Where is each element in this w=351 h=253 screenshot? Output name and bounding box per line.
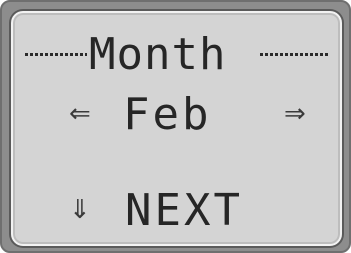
left-arrow-icon[interactable]: ⇐ <box>69 99 91 129</box>
title-divider-right <box>260 53 328 56</box>
selected-month: Feb <box>123 89 212 140</box>
down-arrow-icon[interactable]: ⇓ <box>69 195 91 225</box>
right-arrow-icon[interactable]: ⇒ <box>284 99 306 129</box>
next-action[interactable]: ⇓ NEXT <box>25 189 330 239</box>
device-bezel: Month ⇐ Feb ⇒ ⇓ NEXT <box>0 0 351 253</box>
lcd-screen: Month ⇐ Feb ⇒ ⇓ NEXT <box>11 11 342 246</box>
next-label: NEXT <box>125 185 243 236</box>
month-selector[interactable]: ⇐ Feb ⇒ <box>25 93 330 143</box>
title-divider-left <box>25 53 87 56</box>
screen-title: Month <box>89 29 227 80</box>
title-row: Month <box>25 31 330 81</box>
